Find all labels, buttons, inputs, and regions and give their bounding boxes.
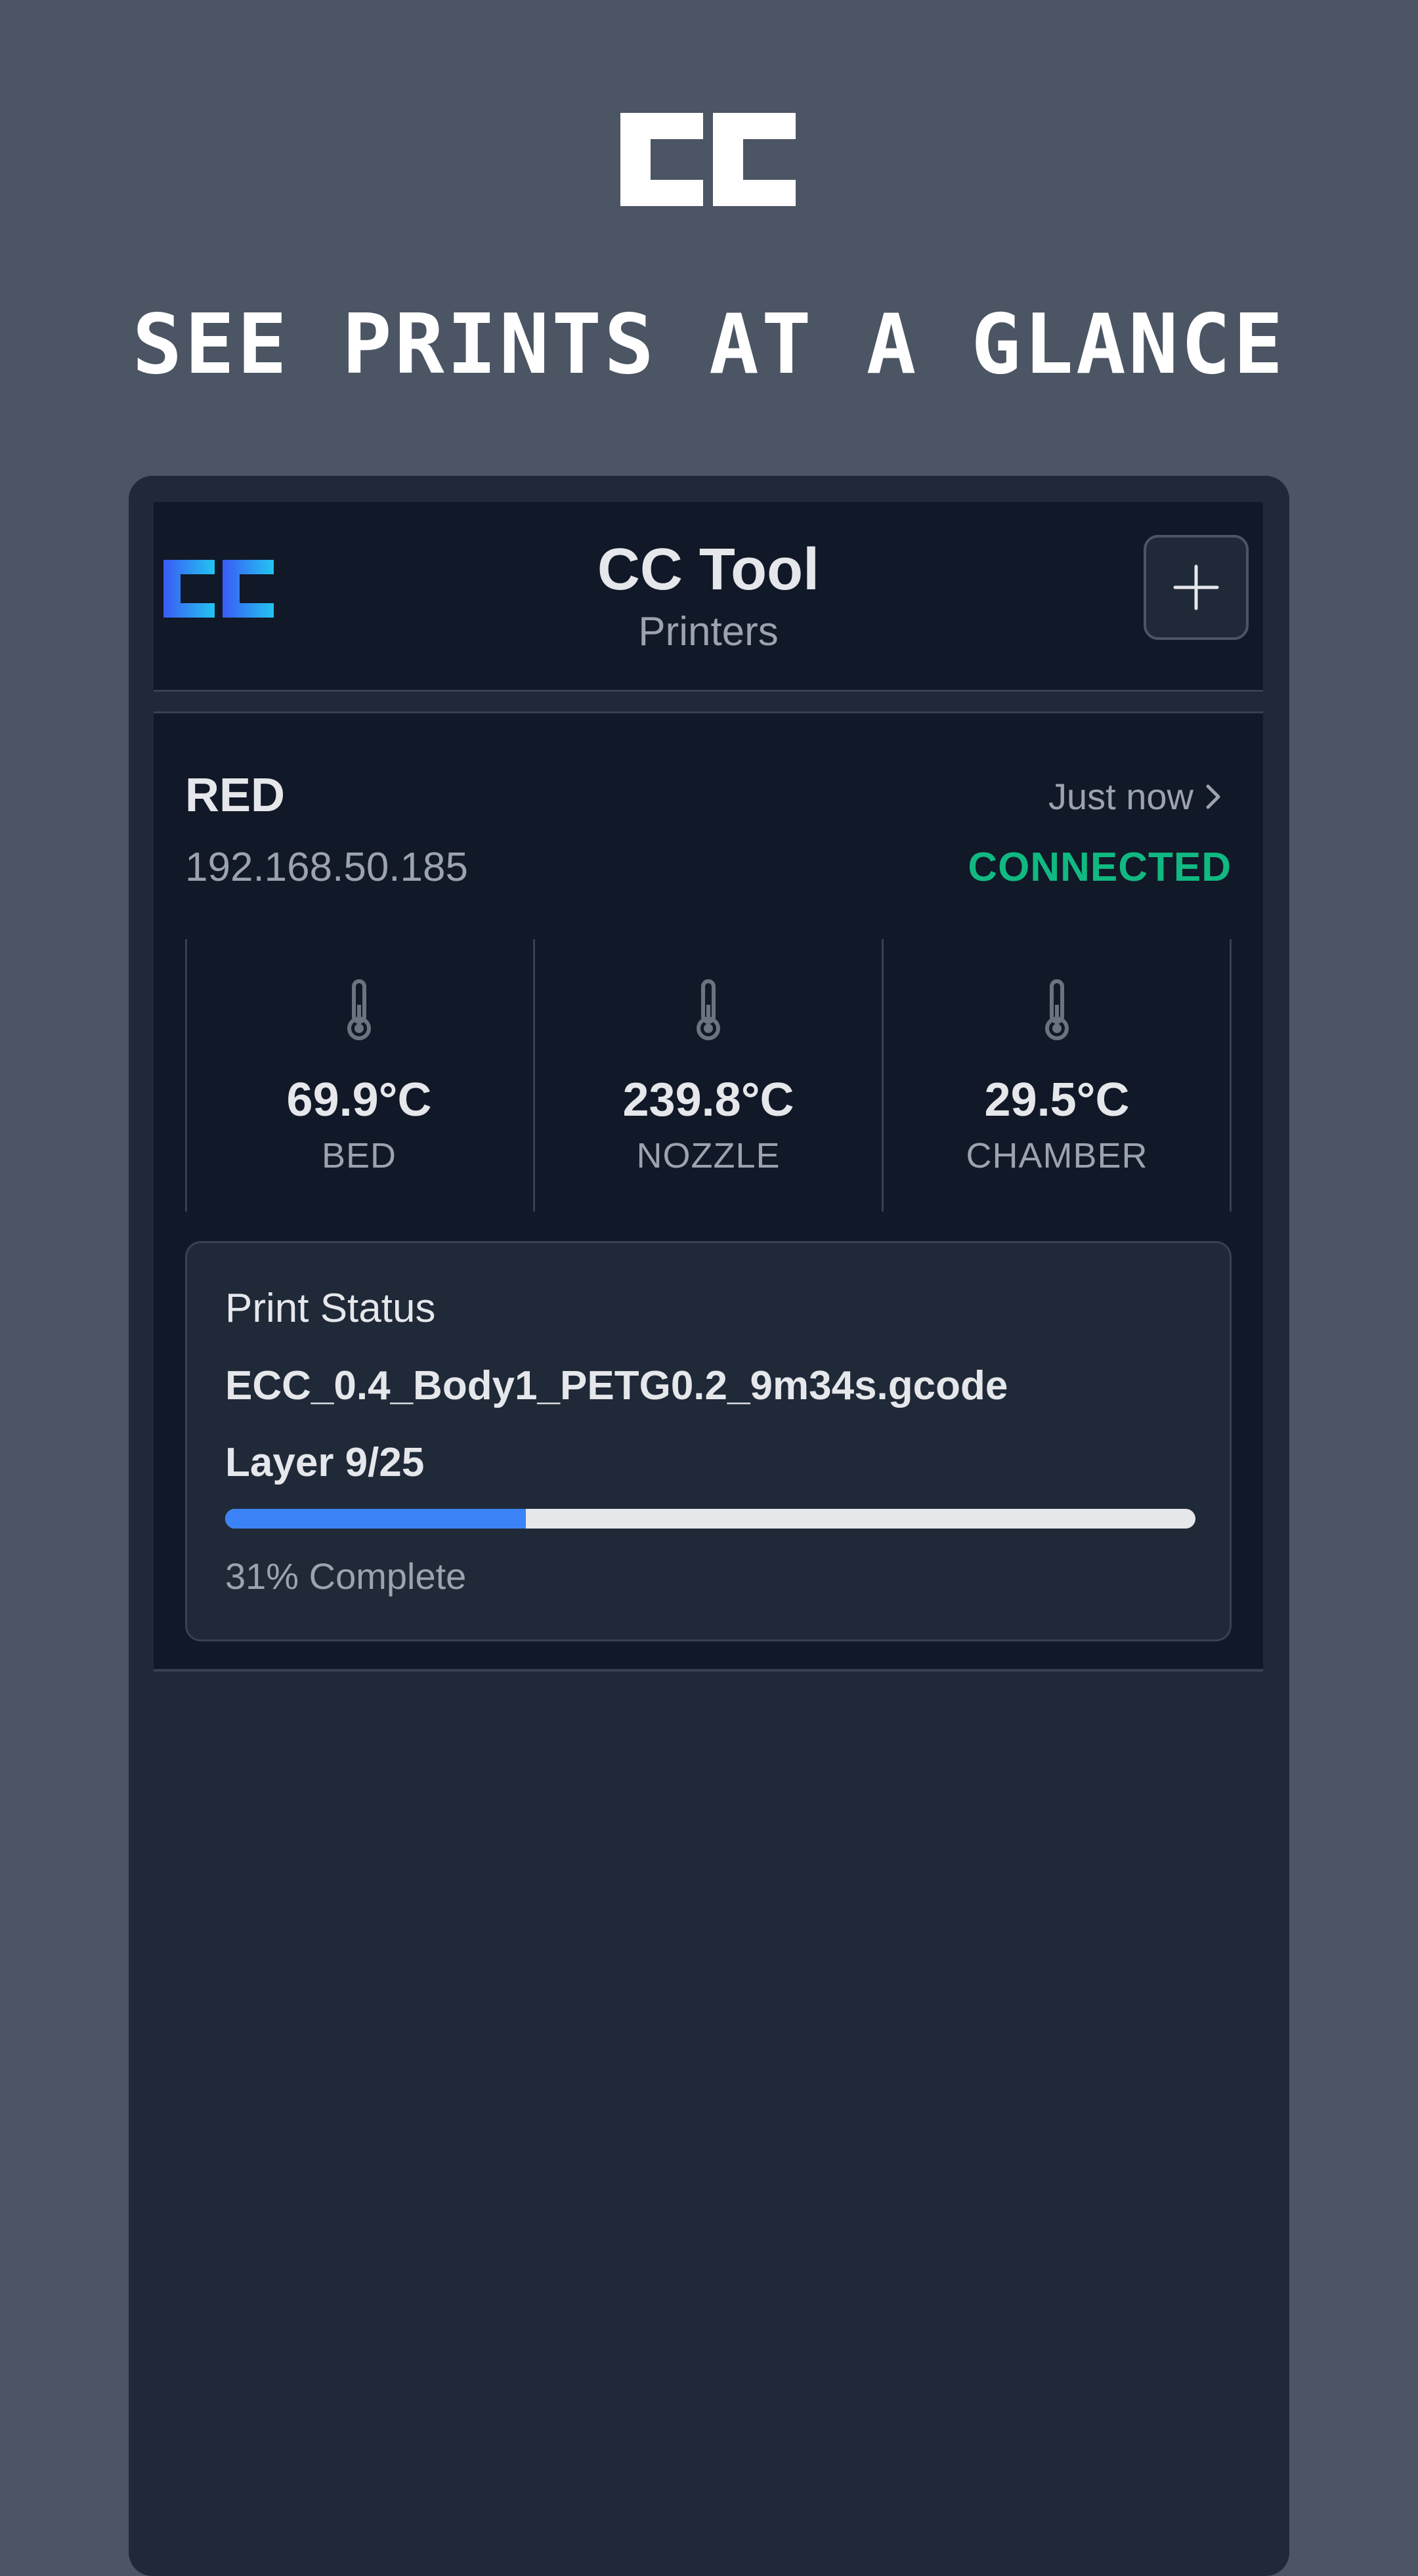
print-file-name: ECC_0.4_Body1_PETG0.2_9m34s.gcode	[225, 1363, 1008, 1408]
temp-value: 29.5°C	[984, 1074, 1130, 1126]
temp-label: CHAMBER	[966, 1136, 1148, 1175]
temperature-row: 69.9°C BED 239.8°C NOZZLE 29.5°C CHAMBER	[185, 939, 1232, 1212]
temp-nozzle: 239.8°C NOZZLE	[534, 939, 882, 1212]
divider	[1230, 939, 1232, 1212]
connection-status: CONNECTED	[968, 845, 1232, 890]
temp-chamber: 29.5°C CHAMBER	[883, 939, 1231, 1212]
print-layer: Layer 9/25	[225, 1440, 425, 1485]
temp-label: BED	[321, 1136, 397, 1175]
printer-name: RED	[185, 769, 286, 822]
progress-percent: 31% Complete	[225, 1555, 467, 1597]
progress-fill	[225, 1509, 526, 1529]
print-status-heading: Print Status	[225, 1286, 436, 1331]
printer-card[interactable]: RED 192.168.50.185 Just now CONNECTED 69…	[154, 711, 1263, 1672]
last-update-link[interactable]: Just now	[1048, 771, 1222, 823]
temp-value: 69.9°C	[286, 1074, 432, 1126]
thermometer-icon	[1045, 979, 1069, 1040]
app-subtitle: Printers	[638, 609, 779, 654]
plus-icon	[1173, 564, 1219, 610]
print-status-panel: Print Status ECC_0.4_Body1_PETG0.2_9m34s…	[185, 1241, 1232, 1641]
phone-frame: CC Tool Printers RED 192.168.50.185 Just…	[129, 476, 1289, 2576]
promo-headline: SEE PRINTS AT A GLANCE	[132, 296, 1286, 392]
temp-label: NOZZLE	[636, 1136, 781, 1175]
progress-bar	[225, 1509, 1195, 1529]
temp-bed: 69.9°C BED	[185, 939, 533, 1212]
chevron-right-icon	[1206, 784, 1220, 809]
app-screen: CC Tool Printers RED 192.168.50.185 Just…	[154, 502, 1263, 2576]
app-header: CC Tool Printers	[154, 502, 1263, 692]
thermometer-icon	[697, 979, 720, 1040]
printer-ip: 192.168.50.185	[185, 845, 468, 890]
cc-logo	[620, 113, 796, 206]
app-title: CC Tool	[597, 537, 820, 602]
temp-value: 239.8°C	[622, 1074, 794, 1126]
thermometer-icon	[347, 979, 371, 1040]
last-update-text: Just now	[1048, 776, 1193, 817]
add-printer-button[interactable]	[1144, 535, 1249, 640]
